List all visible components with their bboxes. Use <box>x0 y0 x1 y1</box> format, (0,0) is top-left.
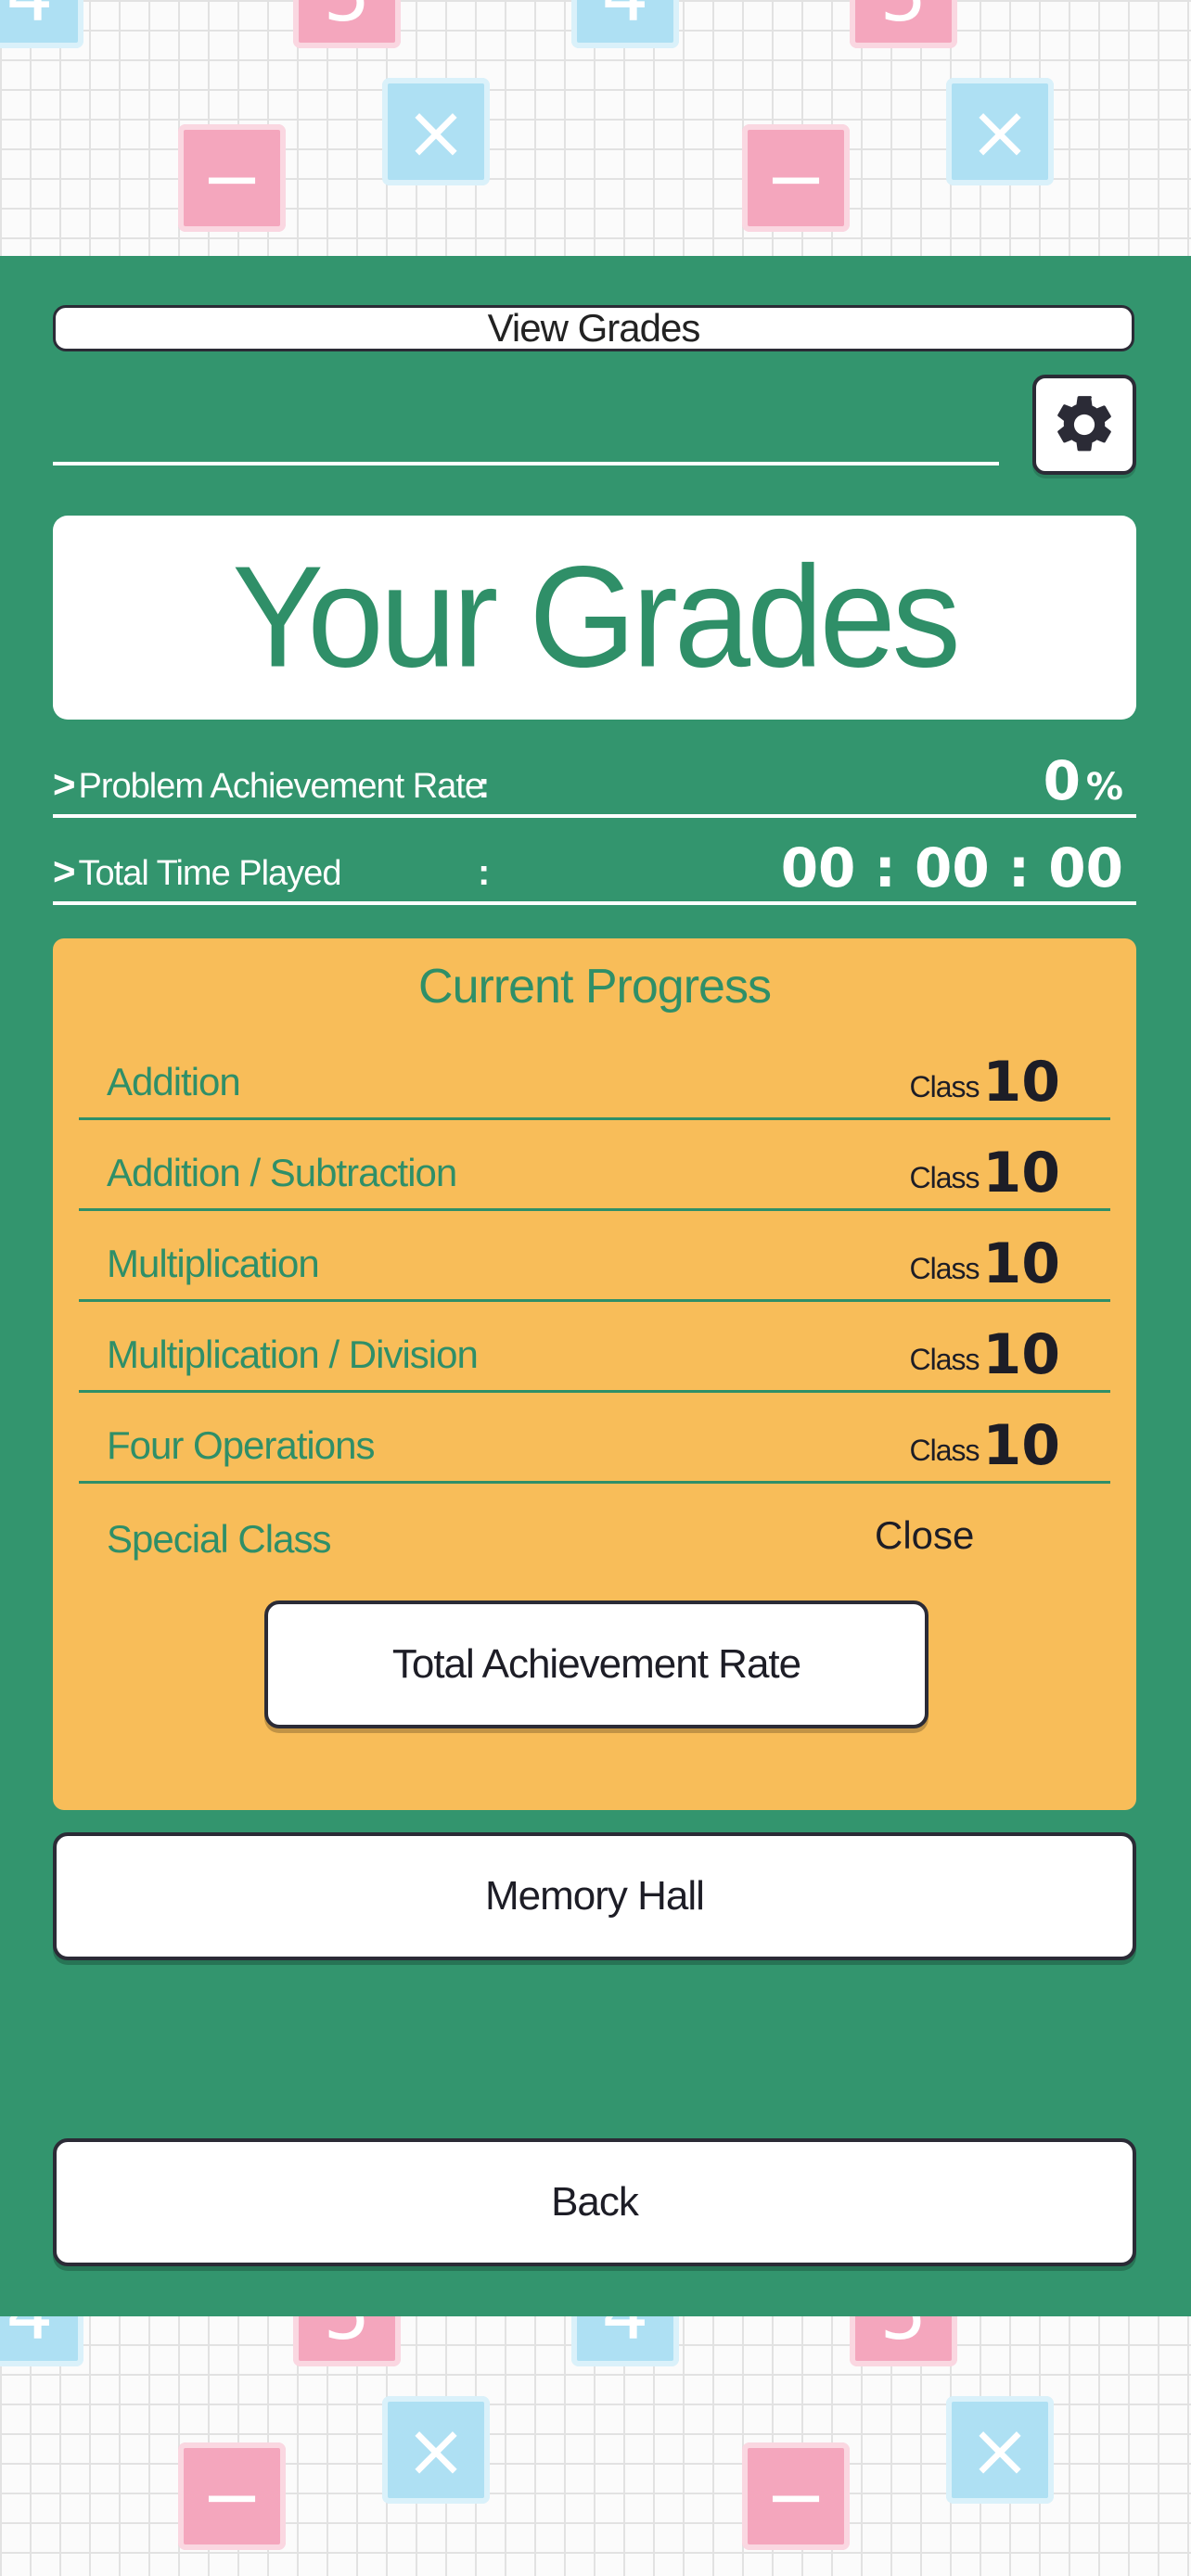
name-underline <box>53 462 999 465</box>
back-button[interactable]: Back <box>53 2138 1136 2266</box>
your-grades-card: Your Grades <box>53 516 1136 720</box>
colon: : <box>478 765 491 806</box>
grades-panel: View Grades Your Grades > Problem Achieve… <box>0 256 1191 2316</box>
colon: : <box>478 852 491 893</box>
tile-four: 4 <box>571 0 679 48</box>
grades-heading: Your Grades <box>232 536 960 698</box>
progress-heading: Current Progress <box>418 960 772 1014</box>
settings-button[interactable] <box>1032 375 1136 475</box>
class-level: Class 10 <box>909 1413 1060 1478</box>
progress-row-multiplication-division: Multiplication / Division Class 10 <box>79 1302 1110 1393</box>
class-level: Class 10 <box>909 1322 1060 1387</box>
progress-row-multiplication: Multiplication Class 10 <box>79 1211 1110 1302</box>
progress-name: Multiplication / Division <box>107 1333 479 1376</box>
arrow-icon: > <box>53 762 76 806</box>
progress-row-special-class: Special Class Close <box>79 1484 1110 1575</box>
tile-minus: − <box>742 2442 850 2550</box>
progress-row-addition-subtraction: Addition / Subtraction Class 10 <box>79 1120 1110 1211</box>
progress-row-addition: Addition Class 10 <box>79 1029 1110 1120</box>
tile-times: × <box>382 78 490 185</box>
progress-name: Special Class <box>107 1517 331 1561</box>
class-level: Class 10 <box>909 1141 1060 1205</box>
tile-five: 5 <box>293 0 401 48</box>
arrow-icon: > <box>53 849 76 893</box>
tile-four: 4 <box>0 0 83 48</box>
screen-title: View Grades <box>53 305 1134 351</box>
achievement-rate-value: 0% <box>1043 749 1123 812</box>
tile-times: × <box>946 78 1054 185</box>
progress-name: Addition / Subtraction <box>107 1151 457 1194</box>
time-played-value: 00 : 00 : 00 <box>780 836 1123 899</box>
memory-hall-button[interactable]: Memory Hall <box>53 1832 1136 1960</box>
special-class-status: Close <box>875 1513 975 1557</box>
progress-name: Four Operations <box>107 1423 375 1467</box>
progress-row-four-operations: Four Operations Class 10 <box>79 1393 1110 1484</box>
time-played-row: > Total Time Played : 00 : 00 : 00 <box>53 836 1136 905</box>
time-played-label: Total Time Played <box>78 854 342 893</box>
class-level: Class 10 <box>909 1050 1060 1115</box>
progress-name: Addition <box>107 1060 241 1103</box>
tile-minus: − <box>742 124 850 232</box>
tile-minus: − <box>178 2442 286 2550</box>
current-progress-card: Current Progress Addition Class 10 Additi… <box>53 938 1136 1810</box>
achievement-rate-row: > Problem Achievement Rate : 0% <box>53 749 1136 818</box>
tile-times: × <box>946 2396 1054 2504</box>
total-achievement-rate-button[interactable]: Total Achievement Rate <box>264 1600 928 1728</box>
tile-minus: − <box>178 124 286 232</box>
tile-times: × <box>382 2396 490 2504</box>
gear-icon <box>1057 396 1111 452</box>
class-level: Class 10 <box>909 1231 1060 1296</box>
achievement-rate-label: Problem Achievement Rate <box>78 767 484 806</box>
tile-five: 5 <box>850 0 957 48</box>
progress-name: Multiplication <box>107 1242 320 1285</box>
